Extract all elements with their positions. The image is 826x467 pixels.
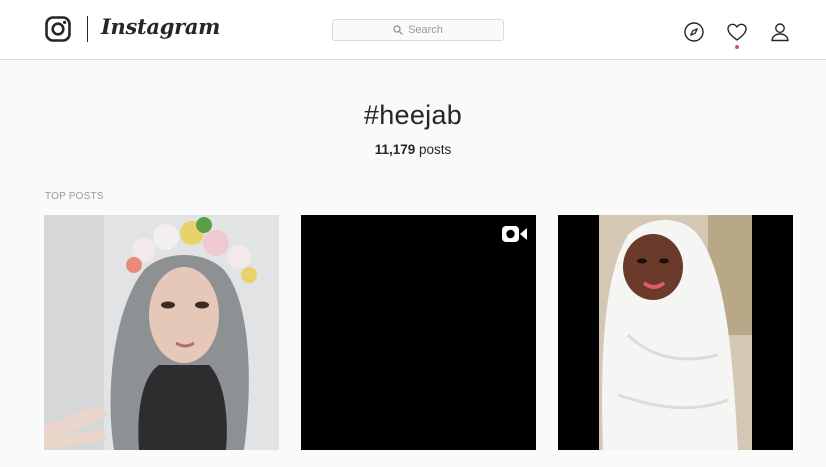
post-image-1 bbox=[44, 215, 279, 450]
post-image-3 bbox=[558, 215, 793, 450]
search-icon bbox=[393, 25, 403, 35]
top-navigation-bar: Instagram Search bbox=[0, 0, 826, 60]
post-thumbnail-2[interactable] bbox=[301, 215, 536, 450]
heart-icon[interactable] bbox=[726, 21, 748, 43]
instagram-wordmark[interactable]: Instagram bbox=[101, 14, 220, 39]
post-count: 11,179 posts bbox=[0, 142, 826, 157]
post-thumbnail-1[interactable] bbox=[44, 215, 279, 450]
compass-icon[interactable] bbox=[683, 21, 705, 43]
hashtag-title: #heejab bbox=[363, 100, 463, 130]
top-posts-label: TOP POSTS bbox=[45, 191, 104, 202]
logo-divider bbox=[87, 16, 88, 42]
user-icon[interactable] bbox=[769, 21, 791, 43]
post-thumbnail-3[interactable] bbox=[558, 215, 793, 450]
search-input[interactable]: Search bbox=[332, 19, 504, 41]
instagram-logo-icon[interactable] bbox=[45, 16, 71, 42]
post-count-suffix: posts bbox=[419, 142, 452, 157]
search-placeholder: Search bbox=[408, 24, 443, 36]
video-camera-icon bbox=[502, 226, 527, 242]
notification-dot bbox=[735, 45, 739, 49]
post-count-number: 11,179 bbox=[374, 142, 416, 157]
